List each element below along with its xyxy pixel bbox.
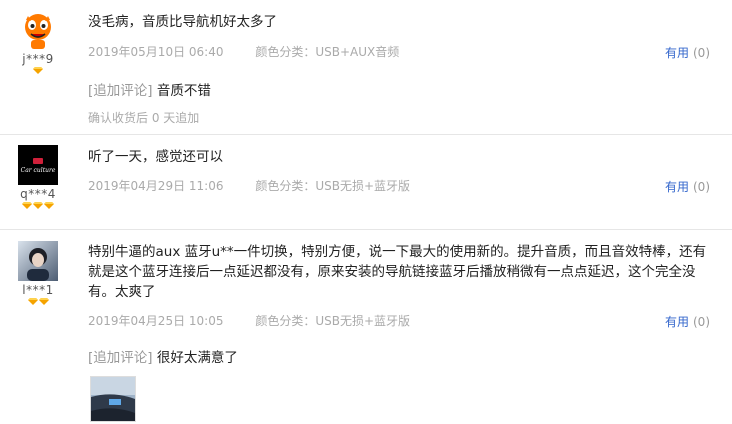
review-sku: 颜色分类：USB无损+蓝牙版 xyxy=(255,314,411,328)
useful-count: (0) xyxy=(693,180,710,194)
append-tag: [追加评论] xyxy=(88,83,153,99)
useful-label[interactable]: 有用 xyxy=(665,180,689,194)
buyer-level xyxy=(18,202,58,209)
review-meta: 2019年05月10日 06:40 颜色分类：USB+AUX音频 xyxy=(88,43,399,60)
reviewer-name: q***4 xyxy=(20,187,56,201)
avatar[interactable] xyxy=(18,10,58,50)
append-text: 音质不错 xyxy=(156,83,211,99)
useful-count: (0) xyxy=(693,46,710,60)
review-date: 2019年05月10日 06:40 xyxy=(88,45,224,59)
diamond-icon xyxy=(33,67,43,74)
review-text: 没毛病，音质比导航机好太多了 xyxy=(88,14,277,30)
avatar[interactable]: Car culture xyxy=(18,145,58,185)
reviewer-name: j***9 xyxy=(22,52,54,66)
diamond-icon xyxy=(38,298,49,305)
review-meta: 2019年04月25日 10:05 颜色分类：USB无损+蓝牙版 xyxy=(88,312,410,329)
buyer-level xyxy=(18,67,58,74)
reviewer-name: l***1 xyxy=(22,283,54,297)
review-sku: 颜色分类：USB+AUX音频 xyxy=(255,45,400,59)
useful-count: (0) xyxy=(693,315,710,329)
useful-button[interactable]: 有用 (0) xyxy=(665,44,710,61)
diamond-icon xyxy=(27,298,38,305)
review-text: 听了一天，感觉还可以 xyxy=(88,149,223,165)
review-sku: 颜色分类：USB无损+蓝牙版 xyxy=(255,179,411,193)
useful-label[interactable]: 有用 xyxy=(665,315,689,329)
append-text: 很好太满意了 xyxy=(156,350,238,366)
append-tag: [追加评论] xyxy=(88,350,153,366)
diamond-icon xyxy=(44,202,54,209)
buyer-level xyxy=(18,298,58,305)
useful-button[interactable]: 有用 (0) xyxy=(665,313,710,330)
divider xyxy=(0,134,732,135)
reviewer-info: Car culture q***4 xyxy=(18,145,58,209)
reviewer-info: l***1 xyxy=(18,241,58,305)
review-date: 2019年04月29日 11:06 xyxy=(88,179,224,193)
car-interior-photo-thumbnail[interactable] xyxy=(90,376,136,422)
review-date: 2019年04月25日 10:05 xyxy=(88,314,224,328)
diamond-icon xyxy=(33,202,43,209)
avatar-logo-text: Car culture xyxy=(21,167,56,174)
review-meta: 2019年04月29日 11:06 颜色分类：USB无损+蓝牙版 xyxy=(88,177,410,194)
useful-button[interactable]: 有用 (0) xyxy=(665,178,710,195)
avatar[interactable] xyxy=(18,241,58,281)
append-review: [追加评论] 很好太满意了 xyxy=(88,346,238,366)
useful-label[interactable]: 有用 xyxy=(665,46,689,60)
review-text: 特别牛逼的aux 蓝牙u**一件切换，特别方便，说一下最大的使用新的。提升音质，… xyxy=(88,244,707,300)
append-review: [追加评论] 音质不错 xyxy=(88,79,211,99)
reviewer-info: j***9 xyxy=(18,10,58,74)
divider xyxy=(0,229,732,230)
diamond-icon xyxy=(22,202,32,209)
append-time: 确认收货后 0 天追加 xyxy=(88,111,200,125)
